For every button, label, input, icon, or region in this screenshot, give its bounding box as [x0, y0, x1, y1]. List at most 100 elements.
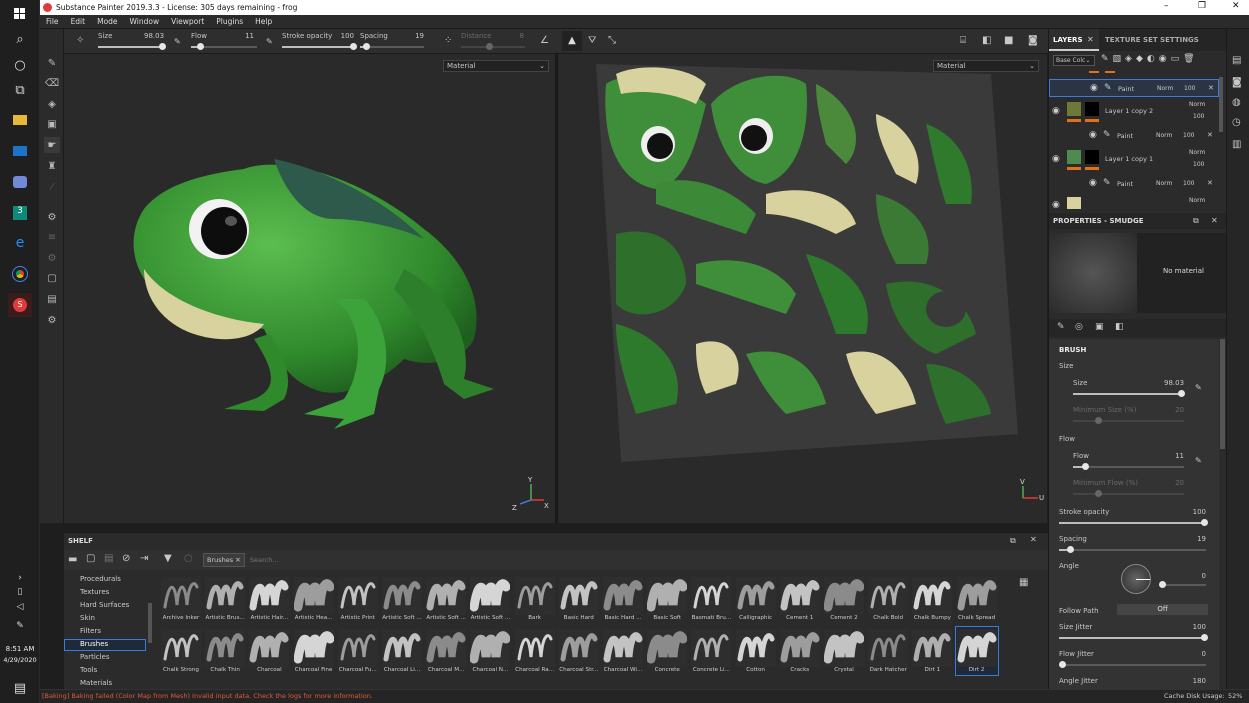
layer-name[interactable]: Layer 1 copy 1	[1105, 155, 1153, 163]
3d-builder-icon[interactable]: 3	[8, 201, 32, 225]
paint-effect-row[interactable]: ◉ ✎ Paint Norm 100 ✕	[1049, 79, 1219, 97]
prop-angle-value[interactable]: 0	[1186, 572, 1206, 580]
transform-icon[interactable]: ⤡	[608, 35, 616, 46]
flow-pressure-toggle-icon[interactable]: ✎	[1195, 456, 1202, 465]
photoshop-export-icon[interactable]: ▢	[44, 270, 60, 286]
close-tab-icon[interactable]: ✕	[1087, 35, 1094, 44]
effect-opacity[interactable]: 100	[1184, 85, 1195, 92]
brush-tile[interactable]: Basic Soft	[646, 575, 688, 623]
layer-blend-mode[interactable]: Norm	[1189, 149, 1205, 156]
size-jitter-slider[interactable]	[1059, 634, 1208, 641]
smudge-tool-icon[interactable]: ☛	[44, 137, 60, 153]
brush-tile[interactable]: Charcoal Wi...	[602, 627, 644, 675]
category-brushes[interactable]: Brushes	[80, 640, 108, 648]
particles-tab-icon[interactable]: ◎	[1075, 322, 1083, 332]
cube-icon[interactable]: ◧	[982, 35, 991, 46]
category-textures[interactable]: Textures	[80, 588, 109, 596]
flow-jitter-slider[interactable]	[1059, 661, 1206, 668]
cortana-icon[interactable]: ○	[8, 53, 32, 77]
shelf-close-icon[interactable]: ✕	[1030, 535, 1037, 544]
shelf-search-input[interactable]	[250, 553, 550, 567]
filter-icon[interactable]: ▼	[164, 553, 172, 564]
brush-tile[interactable]: Basic Hard	[558, 575, 600, 623]
brush-tile[interactable]: Chalk Bumpy	[911, 575, 953, 623]
brush-tile[interactable]: Basmati Bru...	[690, 575, 732, 623]
spacing-slider[interactable]	[360, 43, 424, 50]
brush-tile[interactable]: Chalk Thin	[204, 627, 246, 675]
properties-scrollbar[interactable]	[1220, 339, 1225, 449]
viewport-mode-icon[interactable]: ⌸	[960, 35, 966, 46]
brush-tile[interactable]: Calligraphic	[735, 575, 777, 623]
flow-jitter-value[interactable]: 0	[1186, 650, 1206, 658]
stencil-tab-icon[interactable]: ◧	[1115, 322, 1124, 332]
brush-tab-icon[interactable]: ✎	[1057, 322, 1065, 332]
properties-close-icon[interactable]: ✕	[1211, 216, 1218, 225]
visibility-eye-icon[interactable]: ◉	[1089, 178, 1097, 188]
prop-stroke-opacity-slider[interactable]	[1059, 519, 1208, 526]
spacing-value[interactable]: 19	[404, 32, 424, 40]
brush-tile[interactable]: Dirt 2	[954, 626, 999, 676]
prop-spacing-slider[interactable]	[1059, 546, 1206, 553]
menu-plugins[interactable]: Plugins	[210, 15, 249, 28]
lazy-mouse-icon[interactable]: ⁘	[444, 35, 452, 46]
stroke-opacity-slider[interactable]	[282, 43, 357, 50]
brush-tile[interactable]: Chalk Bold	[867, 575, 909, 623]
brush-tile[interactable]: Archive Inker	[160, 575, 202, 623]
menu-mode[interactable]: Mode	[91, 15, 123, 28]
edge-icon[interactable]: e	[8, 231, 32, 255]
layer-blend-mode[interactable]: Norm	[1189, 197, 1205, 204]
brush-tile[interactable]: Crystal	[823, 627, 865, 675]
pen-icon[interactable]: ✎	[8, 619, 32, 633]
brush-alpha-preview[interactable]	[1049, 233, 1137, 313]
viewport-2d[interactable]: Material ⌄ V U	[558, 54, 1047, 523]
category-tools[interactable]: Tools	[80, 666, 97, 674]
visibility-eye-icon[interactable]: ◉	[1052, 154, 1060, 164]
geometry-fill-icon[interactable]: ▣	[44, 116, 60, 132]
paint-brush-icon[interactable]: ✎	[44, 55, 60, 71]
bake-icon[interactable]: ⚙	[44, 209, 60, 225]
brush-tile[interactable]: Basic Hard ...	[602, 575, 644, 623]
brushes-filter-tag[interactable]: Brushes ✕	[203, 553, 245, 567]
clock-time[interactable]: 8:51 AM	[0, 645, 40, 653]
mail-icon[interactable]	[8, 139, 32, 163]
prop-size-slider[interactable]	[1073, 390, 1185, 397]
search-icon[interactable]: ⌕	[8, 27, 32, 51]
layers-scrollbar[interactable]	[1219, 77, 1223, 132]
category-scrollbar[interactable]	[148, 603, 152, 643]
projection-icon[interactable]: ◈	[44, 96, 60, 112]
layer-row[interactable]: ◉ Layer 1 copy 2 Norm 100	[1049, 99, 1219, 127]
brush-tile[interactable]: Charcoal Str...	[558, 627, 600, 675]
prop-spacing-value[interactable]: 19	[1186, 535, 1206, 543]
brush-tile[interactable]: Artistic Hair...	[248, 575, 290, 623]
brush-tile[interactable]: Dirt 1	[911, 627, 953, 675]
flow-slider[interactable]	[191, 43, 257, 50]
log-icon[interactable]: ▥	[1232, 139, 1241, 150]
volume-icon[interactable]: ◁	[8, 601, 32, 613]
brush-tile[interactable]: Charcoal Fu...	[337, 627, 379, 675]
layer-toolbar-icons[interactable]: ✎▧◈◆◐◉▭🗑	[1101, 54, 1199, 64]
camera-icon[interactable]: ■	[1004, 35, 1013, 46]
remove-effect-icon[interactable]: ✕	[1207, 131, 1213, 139]
close-icon[interactable]: ✕	[1232, 1, 1240, 11]
remove-effect-icon[interactable]: ✕	[1207, 179, 1213, 187]
hide-icon[interactable]: ⊘	[122, 553, 130, 564]
task-view-icon[interactable]: ⧉	[8, 78, 32, 102]
new-shelf-icon[interactable]: ▢	[86, 553, 95, 564]
shader-icon[interactable]: ◍	[1232, 97, 1241, 108]
chevron-up-icon[interactable]: ›	[8, 572, 32, 584]
brush-tile[interactable]: Artistic Hea...	[293, 575, 335, 623]
angle-jitter-value[interactable]: 180	[1186, 677, 1206, 685]
category-procedurals[interactable]: Procedurals	[80, 575, 121, 583]
brush-tile[interactable]: Artistic Brus...	[204, 575, 246, 623]
brush-tile[interactable]: Chalk Strong	[160, 627, 202, 675]
layer-row[interactable]: ◉ Layer 1 copy 1 Norm 100	[1049, 147, 1219, 175]
menu-viewport[interactable]: Viewport	[165, 15, 210, 28]
brush-tile[interactable]: Artistic Print	[337, 575, 379, 623]
windows-start-icon[interactable]	[8, 2, 32, 26]
brush-tile[interactable]: Concrete Li...	[690, 627, 732, 675]
brush-tile[interactable]: Charcoal N...	[469, 627, 511, 675]
follow-path-toggle[interactable]: Off	[1117, 604, 1208, 615]
prop-angle-slider[interactable]	[1159, 581, 1206, 588]
viewport-3d-mode-select[interactable]: Material ⌄	[443, 60, 549, 72]
brush-tile[interactable]: Bark	[514, 575, 556, 623]
